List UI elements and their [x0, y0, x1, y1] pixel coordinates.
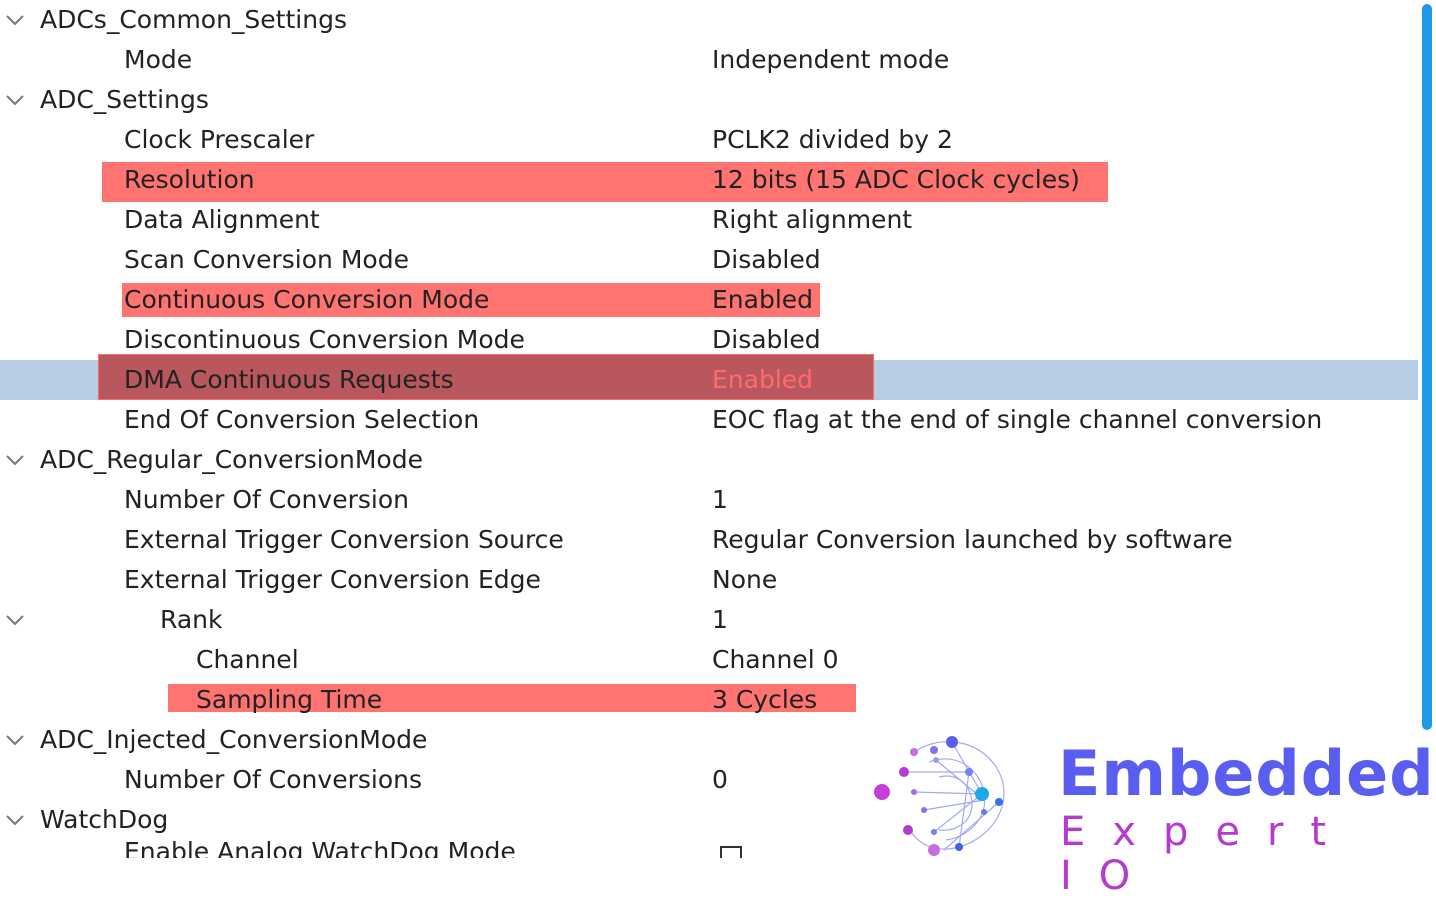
row-label: External Trigger Conversion Edge [124, 565, 541, 594]
chevron-down-icon[interactable] [4, 453, 26, 467]
row-value: Enabled [712, 285, 814, 314]
row-value: Disabled [712, 245, 821, 274]
row-number-of-conversion[interactable]: Number Of Conversion 1 [0, 480, 1418, 520]
group-adc-settings[interactable]: ADC_Settings [0, 80, 1418, 120]
row-label: Scan Conversion Mode [124, 245, 409, 274]
row-value: 0 [712, 765, 728, 794]
row-label: Channel [196, 645, 299, 674]
parameter-tree: ADCs_Common_Settings Mode Independent mo… [0, 0, 1418, 858]
network-brain-icon [874, 736, 1005, 856]
row-dma-continuous-requests[interactable]: DMA Continuous Requests Enabled [0, 354, 1418, 400]
row-value: 1 [712, 605, 728, 634]
row-label: Data Alignment [124, 205, 320, 234]
row-value: Enabled [712, 365, 814, 394]
row-label: External Trigger Conversion Source [124, 525, 564, 554]
group-adcs-common-settings[interactable]: ADCs_Common_Settings [0, 0, 1418, 40]
row-label: ADC_Regular_ConversionMode [40, 445, 423, 474]
row-value: Channel 0 [712, 645, 839, 674]
row-label: Rank [160, 605, 223, 634]
group-rank[interactable]: Rank 1 [0, 600, 1418, 640]
row-label: Mode [124, 45, 193, 74]
row-value: PCLK2 divided by 2 [712, 125, 953, 154]
watchdog-checkbox[interactable] [720, 846, 742, 858]
group-adc-regular-conversionmode[interactable]: ADC_Regular_ConversionMode [0, 440, 1418, 480]
row-value: Independent mode [712, 45, 950, 74]
row-label: ADC_Injected_ConversionMode [40, 725, 428, 754]
chevron-down-icon[interactable] [4, 733, 26, 747]
chevron-down-icon[interactable] [4, 93, 26, 107]
row-label: DMA Continuous Requests [124, 365, 454, 394]
row-value: None [712, 565, 778, 594]
logo-wordmark: Embedded [1058, 737, 1435, 810]
row-value: 1 [712, 485, 728, 514]
row-value: 3 Cycles [712, 685, 818, 714]
row-channel[interactable]: Channel Channel 0 [0, 640, 1418, 680]
row-resolution[interactable]: Resolution 12 bits (15 ADC Clock cycles) [0, 160, 1418, 202]
row-label: Resolution [124, 165, 255, 194]
chevron-down-icon[interactable] [4, 813, 26, 827]
embedded-expert-io-logo: Embedded Expert IO [874, 732, 1434, 898]
row-label: Number Of Conversions [124, 765, 422, 794]
chevron-down-icon[interactable] [4, 13, 26, 27]
row-value: Regular Conversion launched by software [712, 525, 1233, 554]
row-label: ADCs_Common_Settings [40, 5, 347, 34]
row-end-of-conversion-selection[interactable]: End Of Conversion Selection EOC flag at … [0, 400, 1418, 440]
row-label: Clock Prescaler [124, 125, 315, 154]
row-data-alignment[interactable]: Data Alignment Right alignment [0, 200, 1418, 240]
row-label: Number Of Conversion [124, 485, 409, 514]
row-value: 12 bits (15 ADC Clock cycles) [712, 165, 1080, 194]
row-value: Right alignment [712, 205, 913, 234]
row-continuous-conversion-mode[interactable]: Continuous Conversion Mode Enabled [0, 280, 1418, 320]
scrollbar-thumb[interactable] [1422, 4, 1432, 730]
row-value: EOC flag at the end of single channel co… [712, 405, 1323, 434]
row-external-trigger-conversion-source[interactable]: External Trigger Conversion Source Regul… [0, 520, 1418, 560]
vertical-scrollbar[interactable] [1418, 0, 1436, 858]
row-sampling-time[interactable]: Sampling Time 3 Cycles [0, 680, 1418, 720]
row-label: ADC_Settings [40, 85, 209, 114]
row-label: Sampling Time [196, 685, 383, 714]
row-scan-conversion-mode[interactable]: Scan Conversion Mode Disabled [0, 240, 1418, 280]
row-external-trigger-conversion-edge[interactable]: External Trigger Conversion Edge None [0, 560, 1418, 600]
chevron-down-icon[interactable] [4, 613, 26, 627]
row-label: Continuous Conversion Mode [124, 285, 490, 314]
logo-subtitle: Expert IO [1060, 809, 1354, 899]
row-mode[interactable]: Mode Independent mode [0, 40, 1418, 80]
row-label: End Of Conversion Selection [124, 405, 480, 434]
row-clock-prescaler[interactable]: Clock Prescaler PCLK2 divided by 2 [0, 120, 1418, 160]
row-label: Enable Analog WatchDog Mode [124, 837, 516, 858]
